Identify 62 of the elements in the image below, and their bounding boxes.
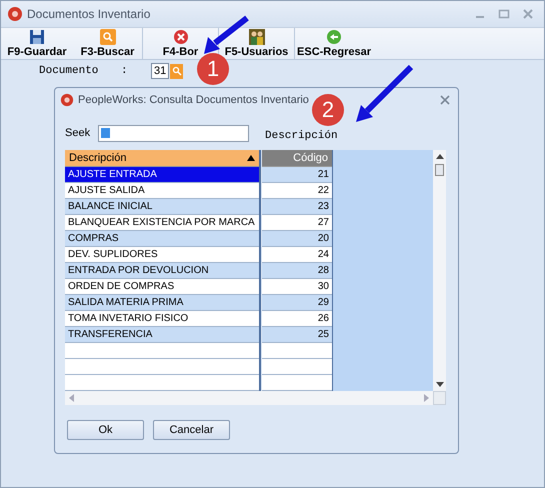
table-cell: 21 — [262, 167, 332, 183]
table-cell: 23 — [262, 199, 332, 215]
horizontal-scrollbar[interactable] — [65, 391, 433, 405]
document-label: Documento — [39, 65, 100, 77]
table-cell[interactable]: AJUSTE SALIDA — [65, 183, 259, 199]
table-cell[interactable]: ORDEN DE COMPRAS — [65, 279, 259, 295]
empty-cell — [262, 359, 332, 375]
column-header[interactable]: Descripción — [65, 150, 259, 167]
scroll-up-icon[interactable] — [436, 153, 444, 159]
callout-badge: 1 — [197, 53, 229, 85]
empty-cell — [262, 343, 332, 359]
ok-button[interactable]: Ok — [67, 420, 144, 440]
lookup-button[interactable] — [170, 64, 184, 78]
toolbar-button[interactable]: F3-Buscar — [73, 28, 143, 59]
table-cell: 26 — [262, 311, 332, 327]
maximize-icon[interactable] — [498, 8, 510, 20]
table-cell[interactable]: DEV. SUPLIDORES — [65, 247, 259, 263]
delete-icon — [172, 29, 188, 45]
scrollbar-thumb[interactable] — [435, 164, 444, 176]
table-cell: 24 — [262, 247, 332, 263]
callout-arrow — [356, 64, 414, 122]
app-icon — [7, 6, 23, 22]
scroll-left-icon[interactable] — [69, 394, 74, 402]
table-cell[interactable]: BALANCE INICIAL — [65, 199, 259, 215]
table-cell: 28 — [262, 263, 332, 279]
table-cell: 29 — [262, 295, 332, 311]
vertical-scrollbar[interactable] — [433, 150, 446, 391]
table-cell[interactable]: BLANQUEAR EXISTENCIA POR MARCA — [65, 215, 259, 231]
toolbar-button[interactable]: F9-Guardar — [1, 28, 73, 59]
toolbar-button[interactable]: F5-Usuarios — [219, 28, 295, 59]
toolbar-button[interactable]: ESC-Regresar — [295, 28, 373, 59]
column-header[interactable]: Código — [262, 150, 332, 167]
seek-field[interactable] — [98, 124, 249, 142]
table-cell: 27 — [262, 215, 332, 231]
table-cell: 20 — [262, 231, 332, 247]
table-cell[interactable]: AJUSTE ENTRADA — [65, 167, 259, 183]
search-column-label: Descripción — [265, 130, 338, 142]
table-cell[interactable]: TRANSFERENCIA — [65, 327, 259, 343]
scrollbar-corner — [433, 391, 446, 405]
dialog-title: PeopleWorks: Consulta Documentos Inventario — [78, 94, 309, 106]
window-title: Documentos Inventario — [27, 7, 150, 21]
table-cell[interactable]: SALIDA MATERIA PRIMA — [65, 295, 259, 311]
cancel-button[interactable]: Cancelar — [153, 420, 230, 440]
table-cell[interactable]: COMPRAS — [65, 231, 259, 247]
table-cell[interactable]: TOMA INVETARIO FISICO — [65, 311, 259, 327]
search-icon — [100, 29, 116, 45]
close-icon[interactable] — [440, 95, 450, 105]
seek-label: Seek — [65, 127, 92, 139]
label-separator: : — [121, 65, 129, 77]
table-cell: 25 — [262, 327, 332, 343]
back-icon — [326, 29, 342, 45]
users-icon — [248, 29, 264, 45]
table-cell[interactable]: ENTRADA POR DEVOLUCION — [65, 263, 259, 279]
scroll-down-icon[interactable] — [436, 382, 444, 388]
sort-ascending-icon — [247, 155, 255, 161]
scroll-right-icon[interactable] — [424, 394, 429, 402]
table-cell: 22 — [262, 183, 332, 199]
document-field[interactable]: 31 — [151, 63, 170, 79]
table-cell: 30 — [262, 279, 332, 295]
close-icon[interactable] — [522, 8, 534, 20]
empty-cell — [262, 375, 332, 391]
app-icon — [60, 93, 74, 107]
